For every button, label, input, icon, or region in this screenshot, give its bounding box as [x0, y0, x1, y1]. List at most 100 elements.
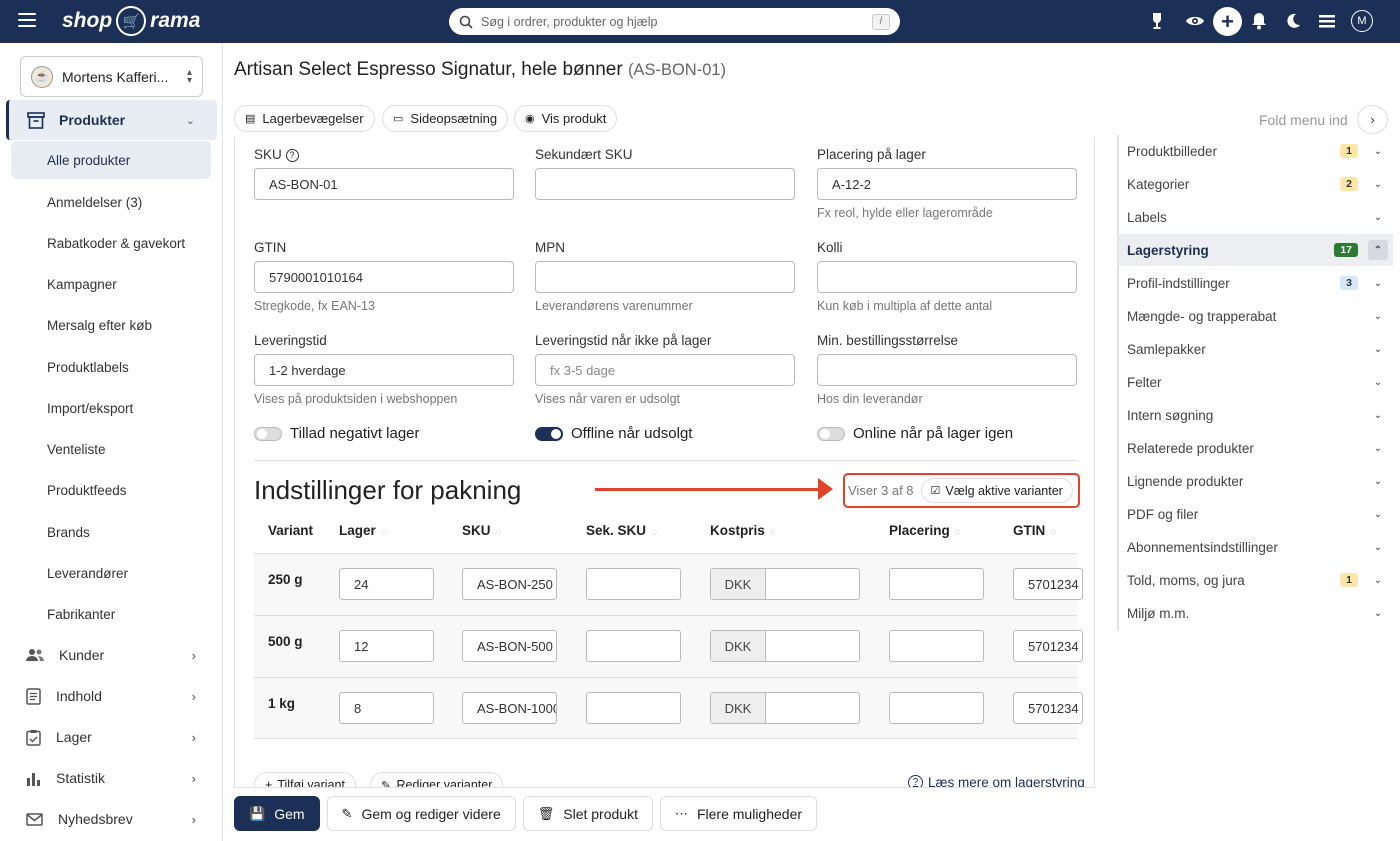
store-selector[interactable]: ☕ Mortens Kafferi... ▴ ▾: [20, 56, 203, 97]
fold-menu-chevron-button[interactable]: ›: [1357, 105, 1388, 134]
eye-slash-icon[interactable]: ◌: [955, 527, 961, 538]
variant-sku-input[interactable]: AS-BON-250: [462, 568, 557, 600]
edit-variants-button[interactable]: ✎ Rediger varianter: [370, 772, 504, 787]
sidebar-subitem-import-eksport[interactable]: Import/eksport: [11, 389, 211, 427]
section-profil-indstillinger[interactable]: Profil-indstillinger 3 ⌄: [1119, 267, 1393, 299]
menu-lines-icon[interactable]: [1316, 10, 1338, 32]
section-intern-sogning[interactable]: Intern søgning ⌄: [1119, 399, 1393, 431]
sidebar-subitem-alle-produkter[interactable]: Alle produkter: [11, 141, 211, 179]
cost-price-input[interactable]: DKK: [710, 568, 860, 600]
cost-price-input[interactable]: DKK: [710, 630, 860, 662]
choose-active-variants-button[interactable]: ☑ Vælg aktive varianter: [920, 478, 1073, 503]
dark-mode-moon-icon[interactable]: [1282, 10, 1304, 32]
help-circle-icon[interactable]: ?: [285, 148, 299, 162]
gtin-input[interactable]: 5790001010164: [254, 261, 514, 293]
hamburger-menu-icon[interactable]: [18, 13, 36, 27]
sidebar-item-indhold[interactable]: Indhold ›: [26, 681, 196, 711]
sidebar-item-produkter[interactable]: Produkter ⌄: [6, 100, 217, 140]
shoprama-logo[interactable]: shop 🛒 rama: [62, 6, 200, 36]
variant-sec-sku-input[interactable]: [586, 568, 681, 600]
cost-price-input[interactable]: DKK: [710, 692, 860, 724]
section-miljo[interactable]: Miljø m.m. ⌄: [1119, 597, 1393, 629]
fold-menu-label[interactable]: Fold menu ind: [1259, 112, 1348, 128]
bell-icon[interactable]: [1248, 10, 1270, 32]
more-options-button[interactable]: ⋯ Flere muligheder: [659, 796, 818, 831]
section-told-moms-jura[interactable]: Told, moms, og jura 1 ⌄: [1119, 564, 1393, 596]
save-and-continue-button[interactable]: ✎ Gem og rediger videre: [326, 796, 516, 831]
column-header-kostpris[interactable]: Kostpris ◌: [710, 523, 776, 538]
read-more-link[interactable]: ? Læs mere om lagerstyring: [908, 775, 1085, 787]
variant-gtin-input[interactable]: 5701234: [1013, 568, 1083, 600]
online-when-restocked-toggle[interactable]: [817, 427, 845, 441]
variant-location-input[interactable]: [889, 692, 984, 724]
mpn-input[interactable]: [535, 261, 795, 293]
eye-slash-icon[interactable]: ◌: [381, 527, 387, 538]
section-labels[interactable]: Labels ⌄: [1119, 201, 1393, 233]
sidebar-item-nyhedsbrev[interactable]: Nyhedsbrev ›: [26, 804, 196, 834]
stock-input[interactable]: 8: [339, 692, 434, 724]
column-header-gtin[interactable]: GTIN ◌: [1013, 523, 1056, 538]
section-samlepakker[interactable]: Samlepakker ⌄: [1119, 333, 1393, 365]
variant-location-input[interactable]: [889, 568, 984, 600]
sidebar-subitem-venteliste[interactable]: Venteliste: [11, 430, 211, 468]
save-button[interactable]: 💾 Gem: [234, 796, 320, 831]
min-order-input[interactable]: [817, 354, 1077, 386]
tab-vis-produkt[interactable]: ◉ Vis produkt: [514, 105, 618, 132]
eye-icon[interactable]: [1184, 10, 1206, 32]
user-avatar[interactable]: M: [1351, 10, 1373, 32]
stock-input[interactable]: 24: [339, 568, 434, 600]
sidebar-subitem-kampagner[interactable]: Kampagner: [11, 265, 211, 303]
section-kategorier[interactable]: Kategorier 2 ⌄: [1119, 168, 1393, 200]
tab-lagerbevaegelser[interactable]: ▤ Lagerbevægelser: [234, 105, 375, 132]
sidebar-subitem-fabrikanter[interactable]: Fabrikanter: [11, 595, 211, 633]
secondary-sku-input[interactable]: [535, 168, 795, 200]
negative-stock-toggle[interactable]: [254, 427, 282, 441]
create-new-button[interactable]: +: [1213, 7, 1242, 36]
delete-product-button[interactable]: 🗑 Slet produkt: [522, 796, 653, 831]
section-relaterede-produkter[interactable]: Relaterede produkter ⌄: [1119, 432, 1393, 464]
kolli-input[interactable]: [817, 261, 1077, 293]
sidebar-subitem-brands[interactable]: Brands: [11, 513, 211, 551]
sidebar-subitem-mersalg[interactable]: Mersalg efter køb: [11, 306, 211, 344]
trophy-icon[interactable]: [1146, 10, 1168, 32]
stock-input[interactable]: 12: [339, 630, 434, 662]
location-input[interactable]: A-12-2: [817, 168, 1077, 200]
variant-gtin-input[interactable]: 5701234: [1013, 630, 1083, 662]
sidebar-subitem-leverandorer[interactable]: Leverandører: [11, 554, 211, 592]
eye-slash-icon[interactable]: ◌: [770, 527, 776, 538]
eye-slash-icon[interactable]: ◌: [651, 527, 657, 538]
column-header-placering[interactable]: Placering ◌: [889, 523, 961, 538]
sidebar-subitem-produktlabels[interactable]: Produktlabels: [11, 348, 211, 386]
section-felter[interactable]: Felter ⌄: [1119, 366, 1393, 398]
sidebar-subitem-rabatkoder[interactable]: Rabatkoder & gavekort: [11, 224, 211, 262]
offline-when-sold-out-toggle[interactable]: [535, 427, 563, 441]
column-header-sku[interactable]: SKU ◌: [462, 523, 501, 538]
variant-gtin-input[interactable]: 5701234: [1013, 692, 1083, 724]
sidebar-subitem-produktfeeds[interactable]: Produktfeeds: [11, 471, 211, 509]
eye-slash-icon[interactable]: ◌: [496, 527, 502, 538]
sidebar-item-lager[interactable]: Lager ›: [26, 722, 196, 752]
column-header-sek-sku[interactable]: Sek. SKU ◌: [586, 523, 657, 538]
sidebar-item-kunder[interactable]: Kunder ›: [26, 640, 196, 670]
sku-input[interactable]: AS-BON-01: [254, 168, 514, 200]
section-lignende-produkter[interactable]: Lignende produkter ⌄: [1119, 465, 1393, 497]
section-produktbilleder[interactable]: Produktbilleder 1 ⌄: [1119, 135, 1393, 167]
delivery-oos-input[interactable]: fx 3-5 dage: [535, 354, 795, 386]
column-header-lager[interactable]: Lager ◌: [339, 523, 387, 538]
tab-sideopsaetning[interactable]: ▭ Sideopsætning: [382, 105, 509, 132]
variant-sec-sku-input[interactable]: [586, 630, 681, 662]
section-lagerstyring[interactable]: Lagerstyring 17 ⌃: [1119, 234, 1393, 266]
variant-sku-input[interactable]: AS-BON-1000: [462, 692, 557, 724]
variant-location-input[interactable]: [889, 630, 984, 662]
section-pdf-filer[interactable]: PDF og filer ⌄: [1119, 498, 1393, 530]
section-abonnement[interactable]: Abonnementsindstillinger ⌄: [1119, 531, 1393, 563]
variant-sec-sku-input[interactable]: [586, 692, 681, 724]
add-variant-button[interactable]: + Tilføj variant: [254, 772, 356, 787]
delivery-input[interactable]: 1-2 hverdage: [254, 354, 514, 386]
search-input[interactable]: [481, 14, 872, 29]
global-search[interactable]: /: [449, 8, 900, 35]
sidebar-item-statistik[interactable]: Statistik ›: [26, 763, 196, 793]
variant-sku-input[interactable]: AS-BON-500: [462, 630, 557, 662]
eye-slash-icon[interactable]: ◌: [1050, 527, 1056, 538]
sidebar-subitem-anmeldelser[interactable]: Anmeldelser (3): [11, 183, 211, 221]
